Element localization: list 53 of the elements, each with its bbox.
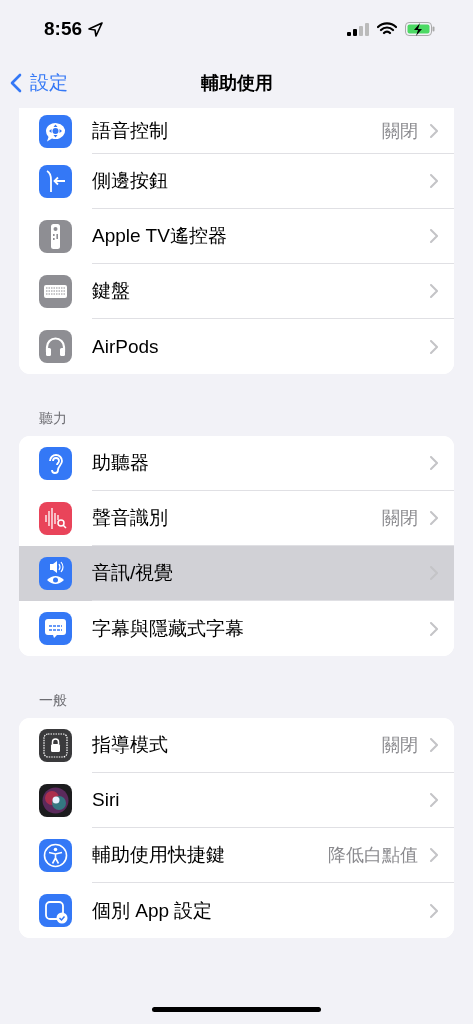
chevron-icon (430, 339, 438, 354)
row-label: 字幕與隱藏式字幕 (92, 616, 245, 641)
chevron-icon (430, 229, 438, 243)
row-label: 聲音識別 (92, 506, 169, 530)
chevron-icon (430, 123, 438, 138)
row-label: 指導模式 (92, 733, 169, 757)
chevron-icon (430, 621, 438, 636)
location-arrow-icon (88, 21, 104, 37)
chevron-icon (430, 848, 438, 862)
wifi-icon (377, 22, 397, 36)
accessibility-icon (39, 839, 72, 872)
signal-icon (347, 22, 369, 36)
row-label: 語音控制 (92, 118, 169, 143)
lock-icon (39, 729, 72, 762)
headphones-icon (39, 330, 72, 363)
page-title: 輔助使用 (200, 72, 273, 95)
speaker-eye-icon (39, 557, 72, 590)
row-value: 關閉 (382, 507, 418, 530)
chevron-icon (430, 511, 438, 525)
sound-search-icon (39, 502, 72, 535)
row-label: Siri (92, 789, 121, 811)
row-label: 鍵盤 (92, 279, 131, 303)
battery-charging-icon (405, 22, 435, 36)
row-value: 降低白點值 (328, 844, 418, 867)
app-check-icon (39, 894, 72, 927)
chevron-icon (430, 738, 438, 752)
row-label: 助聽器 (92, 451, 150, 475)
siri-orb-icon (39, 784, 72, 817)
status-time: 8:56 (44, 18, 83, 40)
chevron-icon (430, 903, 438, 918)
row-label: 音訊/視覺 (92, 561, 175, 585)
subtitles-icon (39, 612, 72, 645)
remote-icon (39, 220, 72, 253)
keyboard-icon (39, 275, 72, 308)
row-value: 關閉 (382, 119, 418, 143)
chevron-icon (430, 174, 438, 188)
row-label: 側邊按鈕 (92, 169, 169, 193)
back-link[interactable]: 設定 (10, 70, 68, 96)
chevron-icon (430, 793, 438, 807)
section-header: 一般 (38, 692, 68, 710)
ear-icon (39, 447, 72, 480)
chevron-icon (430, 284, 438, 298)
back-chevron-icon (10, 73, 22, 93)
speech-bubble-icon (39, 114, 72, 148)
row-label: 個別 App 設定 (92, 898, 214, 923)
settings-row[interactable]: 音訊/視覺 (19, 546, 454, 601)
row-label: 輔助使用快捷鍵 (92, 843, 226, 867)
row-label: Apple TV遙控器 (92, 224, 228, 248)
row-label: AirPods (92, 335, 160, 358)
row-value: 關閉 (382, 734, 418, 757)
chevron-icon (430, 456, 438, 470)
section-header: 聽力 (38, 410, 68, 428)
side-button-icon (39, 165, 72, 198)
